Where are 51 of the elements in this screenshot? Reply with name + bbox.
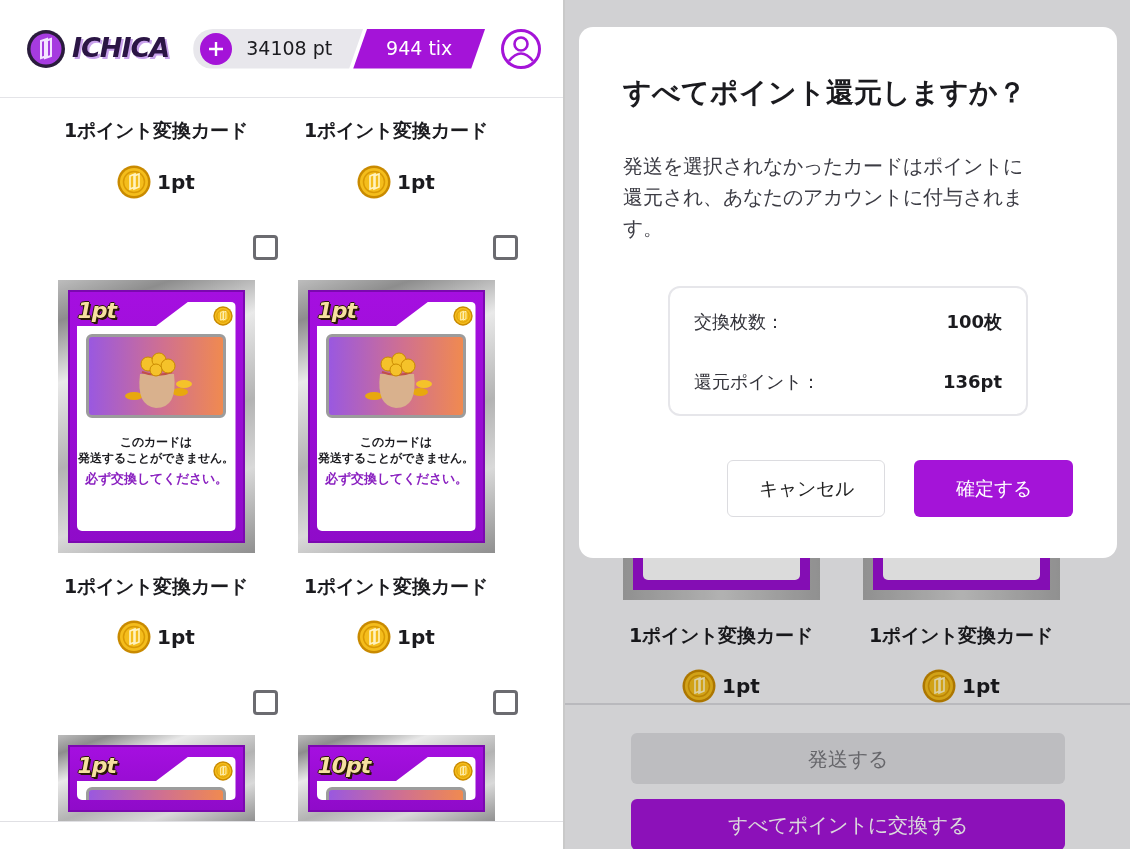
card-price: 1pt — [157, 624, 195, 651]
coin-icon — [212, 761, 233, 781]
summary-label: 還元ポイント： — [694, 369, 820, 394]
card-price: 1pt — [962, 673, 1000, 700]
avatar-icon[interactable] — [501, 28, 542, 69]
card-text: このカードは — [120, 434, 192, 450]
card-price: 1pt — [157, 169, 195, 196]
confirm-button[interactable]: 確定する — [914, 460, 1073, 517]
dialog-message: 発送を選択されなかったカードはポイントに還元され、あなたのアカウントに付与されます。 — [623, 154, 1024, 242]
card-name: 1ポイント変換カード — [303, 574, 489, 599]
coin-icon — [452, 306, 473, 326]
card-value-label: 10pt — [317, 752, 371, 780]
coin-icon — [212, 306, 233, 326]
checkbox[interactable] — [253, 690, 278, 715]
card-name: 1ポイント変換カード — [63, 574, 249, 599]
coin-icon — [922, 669, 957, 703]
card-notice: 必ず交換してください。 — [84, 470, 228, 488]
checkbox[interactable] — [493, 690, 518, 715]
checkbox[interactable] — [253, 235, 278, 260]
tickets-balance: 944 tix — [353, 28, 486, 69]
summary-label: 交換枚数： — [694, 309, 784, 334]
logo-icon — [26, 28, 66, 69]
card-name: 1ポイント変換カード — [868, 623, 1054, 648]
card-value-label: 1pt — [317, 297, 357, 325]
coin-icon — [117, 165, 152, 199]
exchange-all-button[interactable]: すべてポイントに交換する — [631, 799, 1065, 849]
card-value-label: 1pt — [77, 752, 117, 780]
card-notice: 必ず交換してください。 — [324, 470, 468, 488]
cancel-button[interactable]: キャンセル — [727, 460, 885, 517]
dialog-title: すべてポイント還元しますか？ — [623, 75, 1027, 111]
summary-value: 100枚 — [946, 309, 1002, 334]
card-price: 1pt — [722, 673, 760, 700]
coin-icon — [357, 620, 392, 654]
card-text: 発送することができません。 — [78, 450, 234, 466]
coin-icon — [117, 620, 152, 654]
logo-text: ICHICA — [72, 31, 170, 66]
coin-icon — [357, 165, 392, 199]
card-text: このカードは — [360, 434, 432, 450]
summary-value: 136pt — [942, 369, 1002, 394]
card-name: 1ポイント変換カード — [63, 118, 249, 143]
coin-icon — [452, 761, 473, 781]
checkbox[interactable] — [493, 235, 518, 260]
card-price: 1pt — [397, 169, 435, 196]
points-text: 34108 pt — [246, 36, 333, 62]
plus-icon[interactable] — [200, 32, 233, 65]
coin-icon — [682, 669, 717, 703]
card-value-label: 1pt — [77, 297, 117, 325]
card-name: 1ポイント変換カード — [303, 118, 489, 143]
card-price: 1pt — [397, 624, 435, 651]
card-text: 発送することができません。 — [318, 450, 474, 466]
card-name: 1ポイント変換カード — [628, 623, 814, 648]
